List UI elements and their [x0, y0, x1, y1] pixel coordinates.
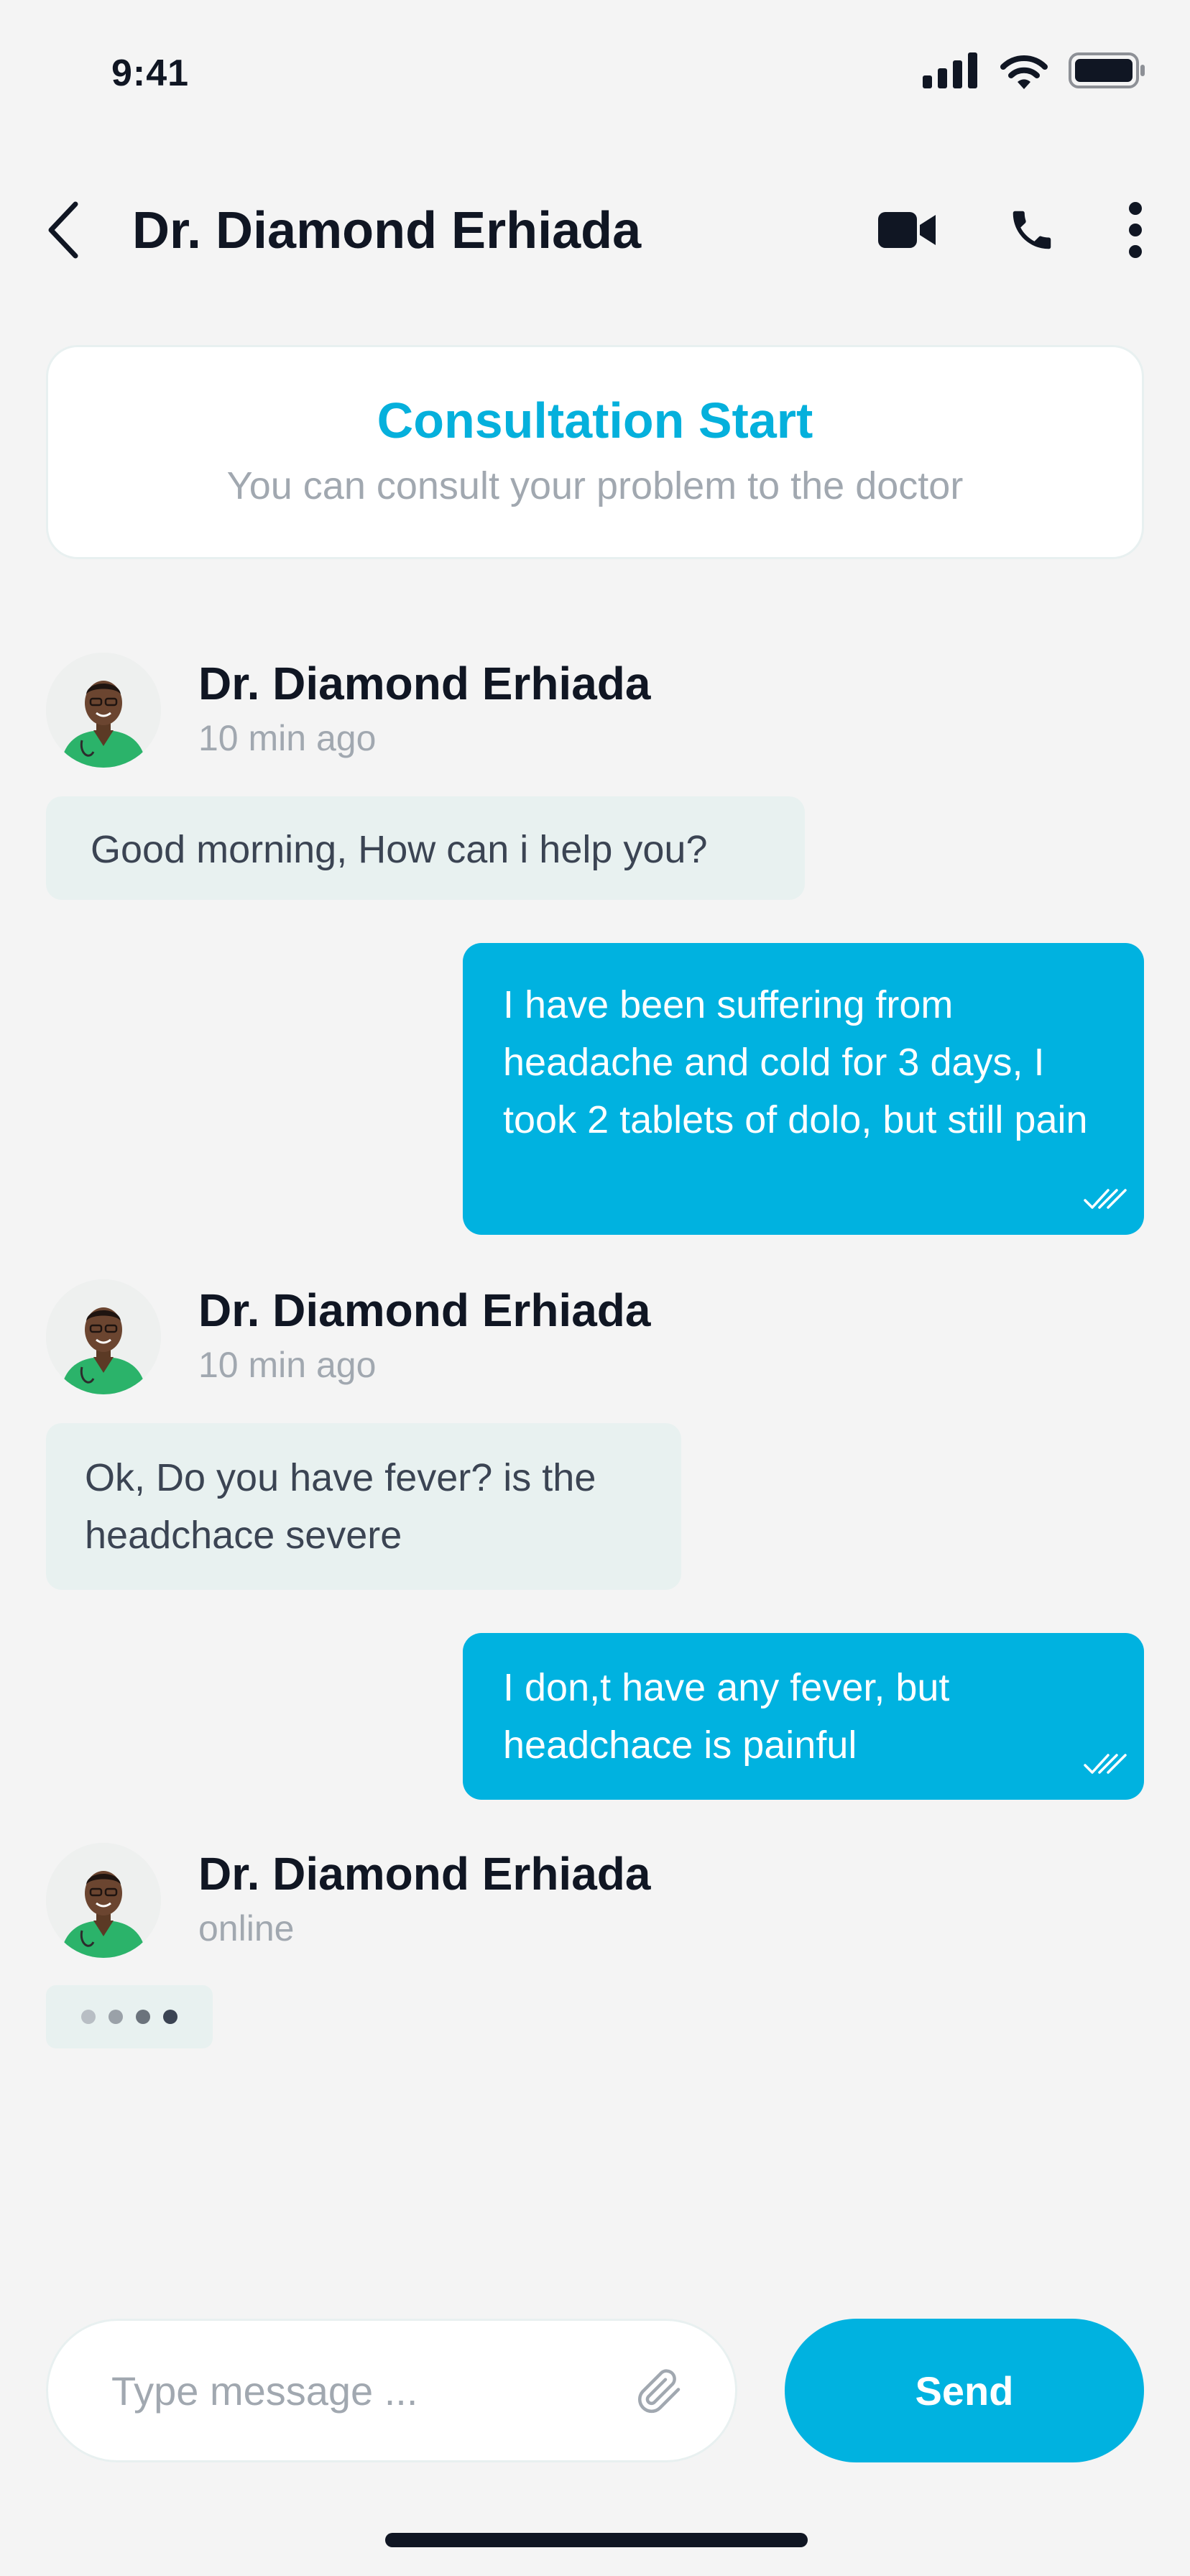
back-button[interactable]	[37, 194, 88, 266]
status-icons	[923, 52, 1147, 89]
send-button[interactable]: Send	[785, 2319, 1144, 2462]
incoming-message-bubble: Ok, Do you have fever? is the headchace …	[46, 1423, 681, 1590]
consultation-card: Consultation Start You can consult your …	[46, 345, 1144, 559]
status-time: 9:41	[111, 52, 190, 94]
message-timestamp: 10 min ago	[198, 1345, 377, 1385]
phone-call-button[interactable]	[1003, 194, 1061, 266]
doctor-portrait-icon	[46, 1279, 161, 1394]
page-title: Dr. Diamond Erhiada	[132, 202, 642, 259]
more-vertical-icon	[1129, 202, 1142, 258]
message-text: Good morning, How can i help you?	[91, 828, 708, 871]
doctor-portrait-icon	[46, 653, 161, 768]
doctor-avatar[interactable]	[46, 1279, 161, 1394]
chevron-left-icon	[48, 201, 78, 259]
message-text: I don,t have any fever, but headchace is…	[503, 1666, 950, 1767]
message-text: Ok, Do you have fever? is the headchace …	[85, 1456, 596, 1557]
doctor-name: Dr. Diamond Erhiada	[198, 1284, 651, 1336]
message-timestamp: 10 min ago	[198, 718, 377, 758]
message-composer	[46, 2319, 737, 2462]
consultation-title: Consultation Start	[377, 392, 813, 448]
phone-icon	[1013, 211, 1051, 249]
more-options-button[interactable]	[1121, 194, 1150, 266]
outgoing-message-bubble: I have been suffering from headache and …	[463, 943, 1144, 1235]
video-camera-icon	[878, 212, 936, 248]
typing-dot	[136, 2010, 150, 2024]
doctor-portrait-icon	[46, 1843, 161, 1958]
double-check-icon	[1084, 1754, 1127, 1774]
doctor-name: Dr. Diamond Erhiada	[198, 658, 651, 709]
doctor-avatar[interactable]	[46, 1843, 161, 1958]
typing-dot	[109, 2010, 123, 2024]
incoming-message-bubble: Good morning, How can i help you?	[46, 796, 805, 900]
typing-dot	[81, 2010, 96, 2024]
consultation-subtitle: You can consult your problem to the doct…	[226, 464, 964, 507]
outgoing-message-bubble: I don,t have any fever, but headchace is…	[463, 1633, 1144, 1800]
wifi-icon	[1000, 55, 1048, 89]
typing-indicator	[46, 1985, 213, 2048]
doctor-avatar[interactable]	[46, 653, 161, 768]
double-check-icon	[1084, 1189, 1127, 1209]
home-indicator	[385, 2533, 808, 2547]
typing-dot	[163, 2010, 177, 2024]
video-call-button[interactable]	[875, 194, 940, 266]
battery-icon	[1069, 52, 1145, 88]
paperclip-icon[interactable]	[633, 2365, 685, 2416]
doctor-name: Dr. Diamond Erhiada	[198, 1848, 651, 1900]
online-status: online	[198, 1908, 295, 1949]
message-text: I have been suffering from headache and …	[503, 983, 1088, 1141]
message-input[interactable]	[111, 2367, 633, 2414]
signal-icon	[923, 52, 977, 88]
